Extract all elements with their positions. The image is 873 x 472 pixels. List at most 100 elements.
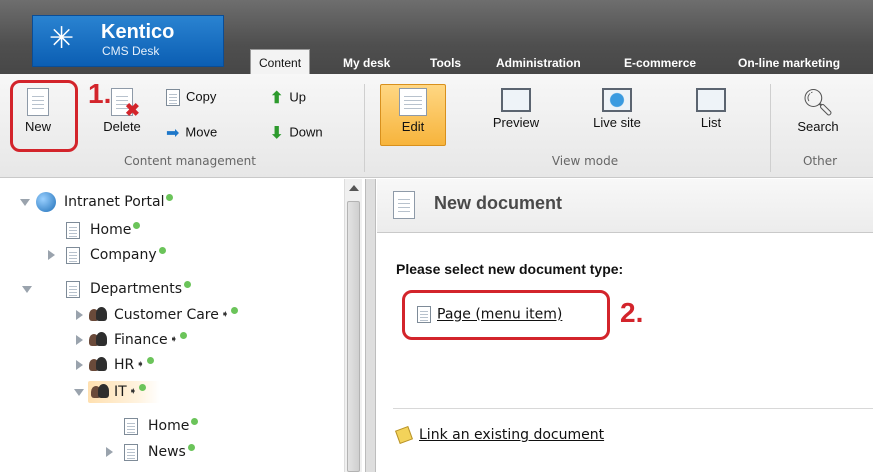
status-dot	[139, 384, 147, 391]
ribbon-separator	[364, 84, 365, 172]
list-label: List	[700, 115, 722, 130]
tree-item-finance[interactable]: Finance ➧	[76, 329, 187, 351]
search-label: Search	[797, 119, 839, 134]
tree-item-it-home[interactable]: Home	[124, 415, 199, 437]
expand-icon[interactable]	[76, 335, 83, 345]
page-title: New document	[434, 193, 563, 213]
tree-scrollbar[interactable]	[344, 179, 362, 472]
arrow-up-icon: ⬆	[270, 90, 284, 107]
step1-highlight	[10, 80, 78, 152]
link-arrow-icon: ➧	[136, 359, 145, 370]
selected-node-highlight: IT ➧	[88, 381, 161, 403]
tree-label: Finance	[114, 332, 168, 348]
status-dot	[158, 247, 166, 254]
move-button[interactable]: ➡ Move	[166, 123, 217, 143]
status-dot	[184, 281, 192, 288]
tab-tools[interactable]: Tools	[430, 52, 461, 74]
department-icon	[88, 307, 108, 323]
brand-name: Kentico	[101, 21, 175, 43]
ribbon-separator	[770, 84, 771, 172]
status-dot	[191, 418, 199, 425]
step1-label: 1.	[88, 78, 112, 109]
globe-icon	[36, 192, 56, 212]
search-button[interactable]: 🔍︎ Search	[788, 88, 848, 134]
divider	[393, 408, 873, 409]
tree-item-company[interactable]: Company	[48, 244, 166, 266]
arrow-down-icon: ⬇	[270, 125, 284, 142]
tree-item-news[interactable]: News	[106, 441, 195, 463]
scroll-up-icon[interactable]	[349, 185, 359, 191]
content-management-group-label: Content management	[124, 154, 256, 168]
tab-content[interactable]: Content	[250, 49, 311, 75]
search-icon: 🔍︎	[801, 87, 835, 117]
page-icon	[66, 221, 80, 239]
move-icon: ➡	[166, 125, 180, 142]
tree-label: IT	[114, 384, 127, 400]
tree-label: Customer Care	[114, 307, 219, 323]
step2-label: 2.	[620, 297, 644, 328]
copy-icon	[166, 89, 180, 107]
tree-label: Intranet Portal	[64, 194, 165, 210]
collapse-icon[interactable]	[22, 286, 32, 293]
list-button[interactable]: List	[688, 88, 734, 130]
tab-administration[interactable]: Administration	[496, 52, 581, 74]
tab-my-desk[interactable]: My desk	[343, 52, 390, 74]
live-site-button[interactable]: Live site	[584, 88, 650, 130]
up-label: Up	[289, 89, 307, 105]
expand-icon[interactable]	[76, 310, 83, 320]
link-arrow-icon: ➧	[220, 309, 230, 320]
globe-screen-icon	[602, 88, 632, 112]
preview-icon	[501, 88, 531, 112]
list-icon	[696, 88, 726, 112]
kentico-logo[interactable]: ✳ Kentico CMS Desk	[32, 15, 224, 67]
up-button[interactable]: ⬆ Up	[270, 88, 306, 108]
link-arrow-icon: ➧	[128, 386, 138, 397]
move-label: Move	[185, 124, 218, 140]
link-existing-document-link[interactable]: Link an existing document	[395, 426, 604, 444]
expand-icon[interactable]	[106, 447, 113, 457]
live-site-label: Live site	[593, 115, 641, 130]
status-dot	[146, 357, 154, 364]
down-label: Down	[289, 124, 323, 140]
top-bar: ✳ Kentico CMS Desk Content My desk Tools…	[0, 0, 873, 75]
edit-button[interactable]: Edit	[380, 88, 446, 134]
expand-icon[interactable]	[20, 199, 30, 206]
tree-label: Departments	[90, 281, 183, 297]
tree-item-home[interactable]: Home	[66, 219, 141, 241]
other-group-label: Other	[802, 154, 838, 168]
tree-item-hr[interactable]: HR ➧	[76, 354, 154, 376]
tree-item-intranet-portal[interactable]: Intranet Portal	[20, 191, 174, 213]
tab-on-line-marketing[interactable]: On-line marketing	[738, 52, 840, 74]
copy-label: Copy	[186, 89, 217, 104]
copy-button[interactable]: Copy	[166, 89, 217, 107]
ribbon-toolbar: New ✖ Delete Copy ➡ Move ⬆ Up ⬇ Down Conten…	[0, 74, 873, 178]
content-tree: Intranet Portal Home Company Departments…	[0, 179, 366, 472]
status-dot	[166, 194, 174, 201]
panel-splitter[interactable]	[366, 179, 376, 472]
status-dot	[231, 307, 239, 314]
preview-button[interactable]: Preview	[488, 88, 544, 130]
department-icon	[90, 384, 110, 400]
page-icon	[66, 280, 80, 298]
tree-item-customer-care[interactable]: Customer Care ➧	[76, 304, 239, 326]
step2-highlight	[402, 290, 610, 340]
link-document-icon	[395, 426, 413, 444]
scrollbar-thumb[interactable]	[347, 201, 360, 472]
page-icon	[66, 246, 80, 264]
status-dot	[187, 444, 195, 451]
tree-item-it[interactable]: IT ➧	[74, 381, 161, 403]
tree-label: Home	[90, 222, 132, 238]
department-icon	[88, 357, 108, 373]
document-type-prompt: Please select new document type:	[396, 261, 624, 277]
expand-icon[interactable]	[48, 250, 55, 260]
page-icon	[124, 417, 138, 435]
tree-item-departments[interactable]: Departments	[22, 278, 192, 300]
tree-label: News	[148, 444, 186, 460]
expand-icon[interactable]	[76, 360, 83, 370]
tab-e-commerce[interactable]: E-commerce	[624, 52, 696, 74]
view-mode-group-label: View mode	[551, 154, 619, 168]
down-button[interactable]: ⬇ Down	[270, 123, 323, 143]
kentico-logo-icon: ✳	[49, 21, 75, 56]
collapse-icon[interactable]	[74, 389, 84, 396]
delete-label: Delete	[103, 119, 141, 134]
